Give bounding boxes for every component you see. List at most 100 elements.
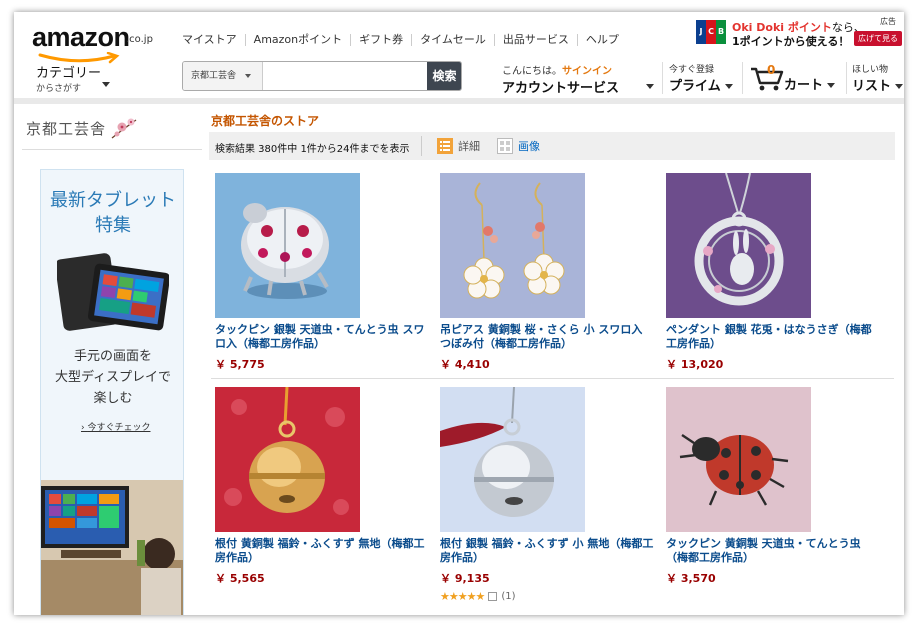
promo-body-line1: 手元の画面を [73, 349, 152, 364]
promo-heading-line2: 特集 [95, 215, 131, 236]
view-image-toggle[interactable]: 画像 [497, 136, 540, 156]
results-count: 検索結果 380件中 1件から24件までを表示 [215, 144, 410, 155]
ad-subline: 1ポイントから使える！ [732, 35, 850, 48]
account-greeting: こんにちは。サインイン [502, 62, 652, 77]
star-rating-icon: ★★★★★ [440, 590, 485, 603]
search-input[interactable] [264, 62, 424, 90]
product-card[interactable]: タックピン 黄銅製 天道虫・てんとう虫（梅都工房作品） ￥ 3,570 [666, 387, 881, 586]
category-menu[interactable]: カテゴリー からさがす [36, 62, 110, 94]
divider [846, 62, 847, 94]
link-amazon-points[interactable]: Amazonポイント [244, 34, 350, 46]
promo-heading-line1: 最新タブレット [50, 190, 176, 211]
divider [421, 136, 422, 156]
product-image[interactable] [666, 173, 811, 318]
view-image-label: 画像 [518, 140, 540, 153]
product-card[interactable]: 吊ピアス 黄銅製 桜・さくら 小 スワロ入 つぼみ付（梅都工房作品） ￥ 4,4… [440, 173, 655, 372]
product-image[interactable] [215, 173, 360, 318]
tv-image [41, 480, 183, 615]
product-price: ￥ 4,410 [440, 358, 490, 371]
promo-body-line3: 楽しむ [93, 391, 133, 406]
category-sub: からさがす [36, 84, 82, 94]
product-card[interactable]: 根付 銀製 福鈴・ふくすず 小 無地（梅都工房作品） ￥ 9,135 ★★★★★… [440, 387, 655, 603]
cart-count: 0 [767, 63, 776, 77]
chevron-down-icon[interactable] [488, 592, 498, 601]
product-title[interactable]: タックピン 黄銅製 天道虫・てんとう虫（梅都工房作品） [666, 537, 881, 565]
results-bar: 検索結果 380件中 1件から24件までを表示 詳細 画像 [209, 132, 895, 160]
wishlist-label-row: リスト [852, 75, 904, 94]
product-image[interactable] [215, 387, 360, 532]
promo-cta-link[interactable]: › 今すぐチェック [81, 420, 150, 433]
wishlist-menu[interactable]: ほしい物 リスト [852, 62, 904, 94]
link-help[interactable]: ヘルプ [576, 34, 627, 46]
promo-body-line2: 大型ディスプレイで [54, 370, 172, 385]
logo-text: amazon [32, 22, 130, 52]
promo-heading: 最新タブレット 特集 [41, 188, 183, 238]
product-image[interactable] [440, 387, 585, 532]
product-rating[interactable]: ★★★★★ (1) [440, 590, 655, 603]
search-scope-label: 京都工芸舎 [191, 71, 237, 81]
link-seller-services[interactable]: 出品サービス [493, 34, 577, 46]
wishlist-label: リスト [852, 79, 892, 94]
top-ad-banner[interactable]: JCB Oki Doki ポイントなら、 1ポイントから使える！ 広告 広げて見… [692, 12, 904, 52]
cart-label-row: カート [784, 74, 836, 93]
signin-link[interactable]: サインイン [562, 66, 612, 77]
divider [742, 62, 743, 94]
prime-label: プライム [669, 79, 721, 94]
product-title[interactable]: ペンダント 銀製 花兎・はなうさぎ（梅都工房作品） [666, 323, 881, 351]
account-label: アカウントサービス [502, 81, 620, 96]
search-bar: 京都工芸舎 検索 [182, 61, 462, 91]
prime-sub: 今すぐ登録 [669, 65, 715, 75]
search-scope-dropdown[interactable]: 京都工芸舎 [183, 62, 263, 90]
rabbit-pendant-image [666, 173, 811, 318]
product-title[interactable]: タックピン 銀製 天道虫・てんとう虫 スワロ入（梅都工房作品） [215, 323, 430, 351]
nav-bar: カテゴリー からさがす 京都工芸舎 検索 こんにちは。サインイン アカウントサー… [14, 56, 904, 98]
store-logo[interactable]: 京都工芸舎 [22, 112, 202, 150]
tablet-promo-ad[interactable]: 最新タブレット 特集 手元の画面を 大型ディスプレイで 楽しむ › 今すぐチェッ… [40, 169, 184, 615]
cart-label: カート [784, 78, 824, 93]
product-image[interactable] [666, 387, 811, 532]
promo-cta-label: 今すぐチェック [87, 423, 151, 433]
review-count[interactable]: (1) [501, 591, 515, 602]
account-menu[interactable]: こんにちは。サインイン アカウントサービス [502, 62, 654, 96]
top-links: マイストア Amazonポイント ギフト券 タイムセール 出品サービス ヘルプ [182, 34, 627, 46]
greeting-text: こんにちは。 [502, 66, 562, 77]
product-title[interactable]: 根付 銀製 福鈴・ふくすず 小 無地（梅都工房作品） [440, 537, 655, 565]
product-title[interactable]: 吊ピアス 黄銅製 桜・さくら 小 スワロ入 つぼみ付（梅都工房作品） [440, 323, 655, 351]
wishlist-sub: ほしい物 [852, 65, 889, 75]
row-divider [211, 378, 894, 379]
product-price: ￥ 9,135 [440, 572, 490, 585]
cart-button[interactable]: 0 カート [750, 63, 846, 94]
store-title[interactable]: 京都工芸舎のストア [211, 112, 319, 129]
prime-menu[interactable]: 今すぐ登録 プライム [669, 62, 733, 94]
ad-expand-button[interactable]: 広げて見る [854, 31, 902, 46]
chevron-down-icon [245, 74, 251, 78]
product-card[interactable]: ペンダント 銀製 花兎・はなうさぎ（梅都工房作品） ￥ 13,020 [666, 173, 881, 372]
silver-ladybug-image [215, 173, 360, 318]
product-price: ￥ 5,775 [215, 358, 265, 371]
view-detail-toggle[interactable]: 詳細 [437, 136, 480, 156]
product-card[interactable]: 根付 黄銅製 福鈴・ふくすず 無地（梅都工房作品） ￥ 5,565 [215, 387, 430, 586]
product-title[interactable]: 根付 黄銅製 福鈴・ふくすず 無地（梅都工房作品） [215, 537, 430, 565]
browser-page: amazon .co.jp マイストア Amazonポイント ギフト券 タイムセ… [14, 12, 904, 615]
view-detail-label: 詳細 [458, 140, 480, 153]
prime-label-row: プライム [669, 75, 733, 94]
link-my-store[interactable]: マイストア [182, 34, 245, 46]
chevron-down-icon [895, 84, 904, 89]
product-price: ￥ 3,570 [666, 572, 716, 585]
product-price: ￥ 13,020 [666, 358, 724, 371]
chevron-down-icon [724, 84, 733, 89]
account-label-row: アカウントサービス [502, 77, 654, 96]
jcb-logo-icon: JCB [696, 20, 726, 44]
search-button[interactable]: 検索 [427, 62, 461, 90]
list-view-icon [437, 138, 453, 154]
chevron-down-icon [646, 84, 654, 89]
link-time-sale[interactable]: タイムセール [411, 34, 494, 46]
top-navigation: amazon .co.jp マイストア Amazonポイント ギフト券 タイムセ… [14, 12, 904, 98]
product-image[interactable] [440, 173, 585, 318]
divider [662, 62, 663, 94]
link-gift-card[interactable]: ギフト券 [350, 34, 411, 46]
grid-view-icon [497, 138, 513, 154]
product-card[interactable]: タックピン 銀製 天道虫・てんとう虫 スワロ入（梅都工房作品） ￥ 5,775 [215, 173, 430, 372]
nav-divider [14, 98, 904, 104]
promo-body: 手元の画面を 大型ディスプレイで 楽しむ [41, 346, 183, 409]
